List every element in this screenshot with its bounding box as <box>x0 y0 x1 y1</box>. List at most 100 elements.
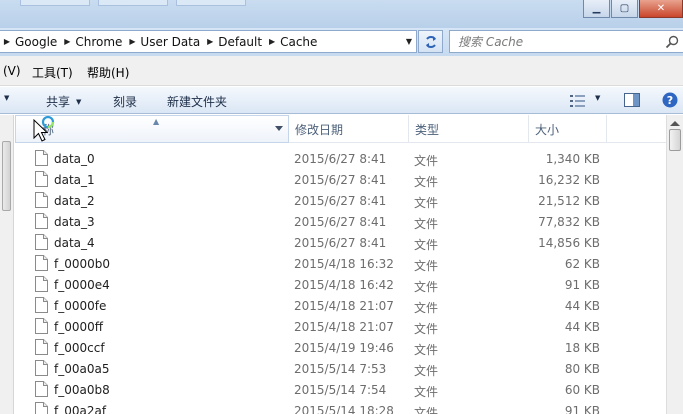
favorites-item[interactable] <box>176 0 246 6</box>
file-row[interactable]: f_0000e4 2015/4/18 16:42 文件 91 KB <box>15 274 666 295</box>
breadcrumb-google[interactable]: Google <box>14 35 60 49</box>
breadcrumb-separator-icon[interactable]: ▶ <box>60 37 74 46</box>
file-type: 文件 <box>414 280 439 294</box>
breadcrumb-cache[interactable]: Cache <box>279 35 320 49</box>
menu-help[interactable]: 帮助(H) <box>87 64 129 81</box>
close-button[interactable]: ✕ <box>639 0 683 18</box>
file-icon <box>35 192 48 208</box>
file-type: 文件 <box>414 385 439 399</box>
file-size: 91 KB <box>564 404 600 414</box>
search-icon[interactable] <box>665 35 679 49</box>
file-modified-date: 2015/6/27 8:41 <box>294 236 387 250</box>
breadcrumb-separator-icon[interactable]: ▶ <box>203 37 217 46</box>
preview-pane-icon[interactable] <box>624 93 640 107</box>
file-icon <box>35 171 48 187</box>
search-input[interactable] <box>450 32 650 51</box>
file-icon <box>35 381 48 397</box>
file-row[interactable]: f_0000b0 2015/4/18 16:32 文件 62 KB <box>15 253 666 274</box>
breadcrumb-user-data[interactable]: User Data <box>139 35 203 49</box>
file-type: 文件 <box>414 175 439 189</box>
refresh-button[interactable] <box>418 30 443 53</box>
file-row[interactable]: f_00a0b8 2015/5/14 7:54 文件 60 KB <box>15 379 666 400</box>
file-row[interactable]: data_3 2015/6/27 8:41 文件 77,832 KB <box>15 211 666 232</box>
file-row[interactable]: data_4 2015/6/27 8:41 文件 14,856 KB <box>15 232 666 253</box>
file-name: f_00a2af <box>54 404 107 414</box>
file-modified-date: 2015/5/14 7:53 <box>294 362 387 376</box>
file-modified-date: 2015/4/19 19:46 <box>294 341 394 355</box>
file-modified-date: 2015/6/27 8:41 <box>294 215 387 229</box>
file-type: 文件 <box>414 259 439 273</box>
vertical-scrollbar[interactable] <box>666 115 683 414</box>
favorites-item[interactable] <box>98 0 168 6</box>
file-row[interactable]: f_00a0a5 2015/5/14 7:53 文件 80 KB <box>15 358 666 379</box>
column-size[interactable]: 大小 <box>529 115 607 143</box>
file-icon <box>35 213 48 229</box>
column-date[interactable]: 修改日期 <box>289 115 409 143</box>
file-icon <box>35 318 48 334</box>
navigation-scroll-thumb[interactable] <box>2 141 11 211</box>
organize-dropdown-icon[interactable]: ▼ <box>4 94 9 102</box>
breadcrumb-separator-icon[interactable]: ▶ <box>125 37 139 46</box>
address-row: ▶ Google ▶ Chrome ▶ User Data ▶ Default … <box>0 28 683 56</box>
file-name: data_3 <box>54 215 95 229</box>
address-bar[interactable]: ▶ Google ▶ Chrome ▶ User Data ▶ Default … <box>0 30 417 53</box>
file-modified-date: 2015/5/14 7:54 <box>294 383 387 397</box>
navigation-pane-scrollbar[interactable] <box>0 115 14 414</box>
sort-ascending-icon: ▲ <box>153 117 160 126</box>
window-controls: ▁ ▢ ✕ <box>582 0 683 20</box>
file-size: 62 KB <box>564 257 600 271</box>
column-filter-dropdown-icon[interactable] <box>275 126 283 131</box>
file-row[interactable]: data_1 2015/6/27 8:41 文件 16,232 KB <box>15 169 666 190</box>
view-options-icon[interactable] <box>570 94 586 108</box>
refresh-icon <box>425 35 436 48</box>
file-type: 文件 <box>414 238 439 252</box>
view-dropdown-icon[interactable]: ▼ <box>595 94 600 102</box>
maximize-button[interactable]: ▢ <box>611 0 638 18</box>
menu-tools[interactable]: 工具(T) <box>32 64 73 81</box>
file-name: data_2 <box>54 194 95 208</box>
minimize-button[interactable]: ▁ <box>583 0 610 18</box>
file-type: 文件 <box>414 322 439 336</box>
file-icon <box>35 276 48 292</box>
file-type: 文件 <box>414 196 439 210</box>
favorites-item[interactable] <box>20 0 90 6</box>
vertical-scroll-thumb[interactable] <box>669 129 681 151</box>
column-type[interactable]: 类型 <box>409 115 529 143</box>
scroll-up-icon[interactable] <box>670 121 680 126</box>
file-icon <box>35 255 48 271</box>
file-modified-date: 2015/5/14 18:28 <box>294 404 394 414</box>
search-box <box>449 30 683 53</box>
new-folder-button[interactable]: 新建文件夹 <box>167 93 227 110</box>
file-name: f_000ccf <box>54 341 105 355</box>
file-name: f_00a0a5 <box>54 362 110 376</box>
svg-text:?: ? <box>667 94 673 107</box>
breadcrumb-default[interactable]: Default <box>217 35 265 49</box>
file-name: data_4 <box>54 236 95 250</box>
file-row[interactable]: f_0000fe 2015/4/18 21:07 文件 44 KB <box>15 295 666 316</box>
column-header: 称 ▲ 修改日期 类型 大小 <box>15 115 666 143</box>
file-row[interactable]: f_0000ff 2015/4/18 21:07 文件 44 KB <box>15 316 666 337</box>
share-label: 共享 <box>46 95 71 109</box>
burn-button[interactable]: 刻录 <box>113 93 137 110</box>
file-row[interactable]: data_2 2015/6/27 8:41 文件 21,512 KB <box>15 190 666 211</box>
file-icon <box>35 402 48 414</box>
file-row[interactable]: data_0 2015/6/27 8:41 文件 1,340 KB <box>15 148 666 169</box>
breadcrumb-separator-icon[interactable]: ▶ <box>265 37 279 46</box>
help-icon[interactable]: ? <box>662 92 678 108</box>
file-type: 文件 <box>414 217 439 231</box>
file-modified-date: 2015/6/27 8:41 <box>294 194 387 208</box>
file-name: f_00a0b8 <box>54 383 110 397</box>
address-history-dropdown-icon[interactable]: ▼ <box>402 31 416 52</box>
file-modified-date: 2015/6/27 8:41 <box>294 152 387 166</box>
file-type: 文件 <box>414 343 439 357</box>
file-row[interactable]: f_00a2af 2015/5/14 18:28 文件 91 KB <box>15 400 666 414</box>
file-row[interactable]: f_000ccf 2015/4/19 19:46 文件 18 KB <box>15 337 666 358</box>
share-dropdown-icon: ▼ <box>76 97 82 106</box>
breadcrumb-separator-icon[interactable]: ▶ <box>0 37 14 46</box>
share-button[interactable]: 共享 ▼ <box>46 93 81 110</box>
menu-view[interactable]: (V) <box>3 64 21 78</box>
file-type: 文件 <box>414 364 439 378</box>
file-size: 60 KB <box>564 383 600 397</box>
breadcrumb-chrome[interactable]: Chrome <box>74 35 125 49</box>
file-size: 1,340 KB <box>545 152 600 166</box>
